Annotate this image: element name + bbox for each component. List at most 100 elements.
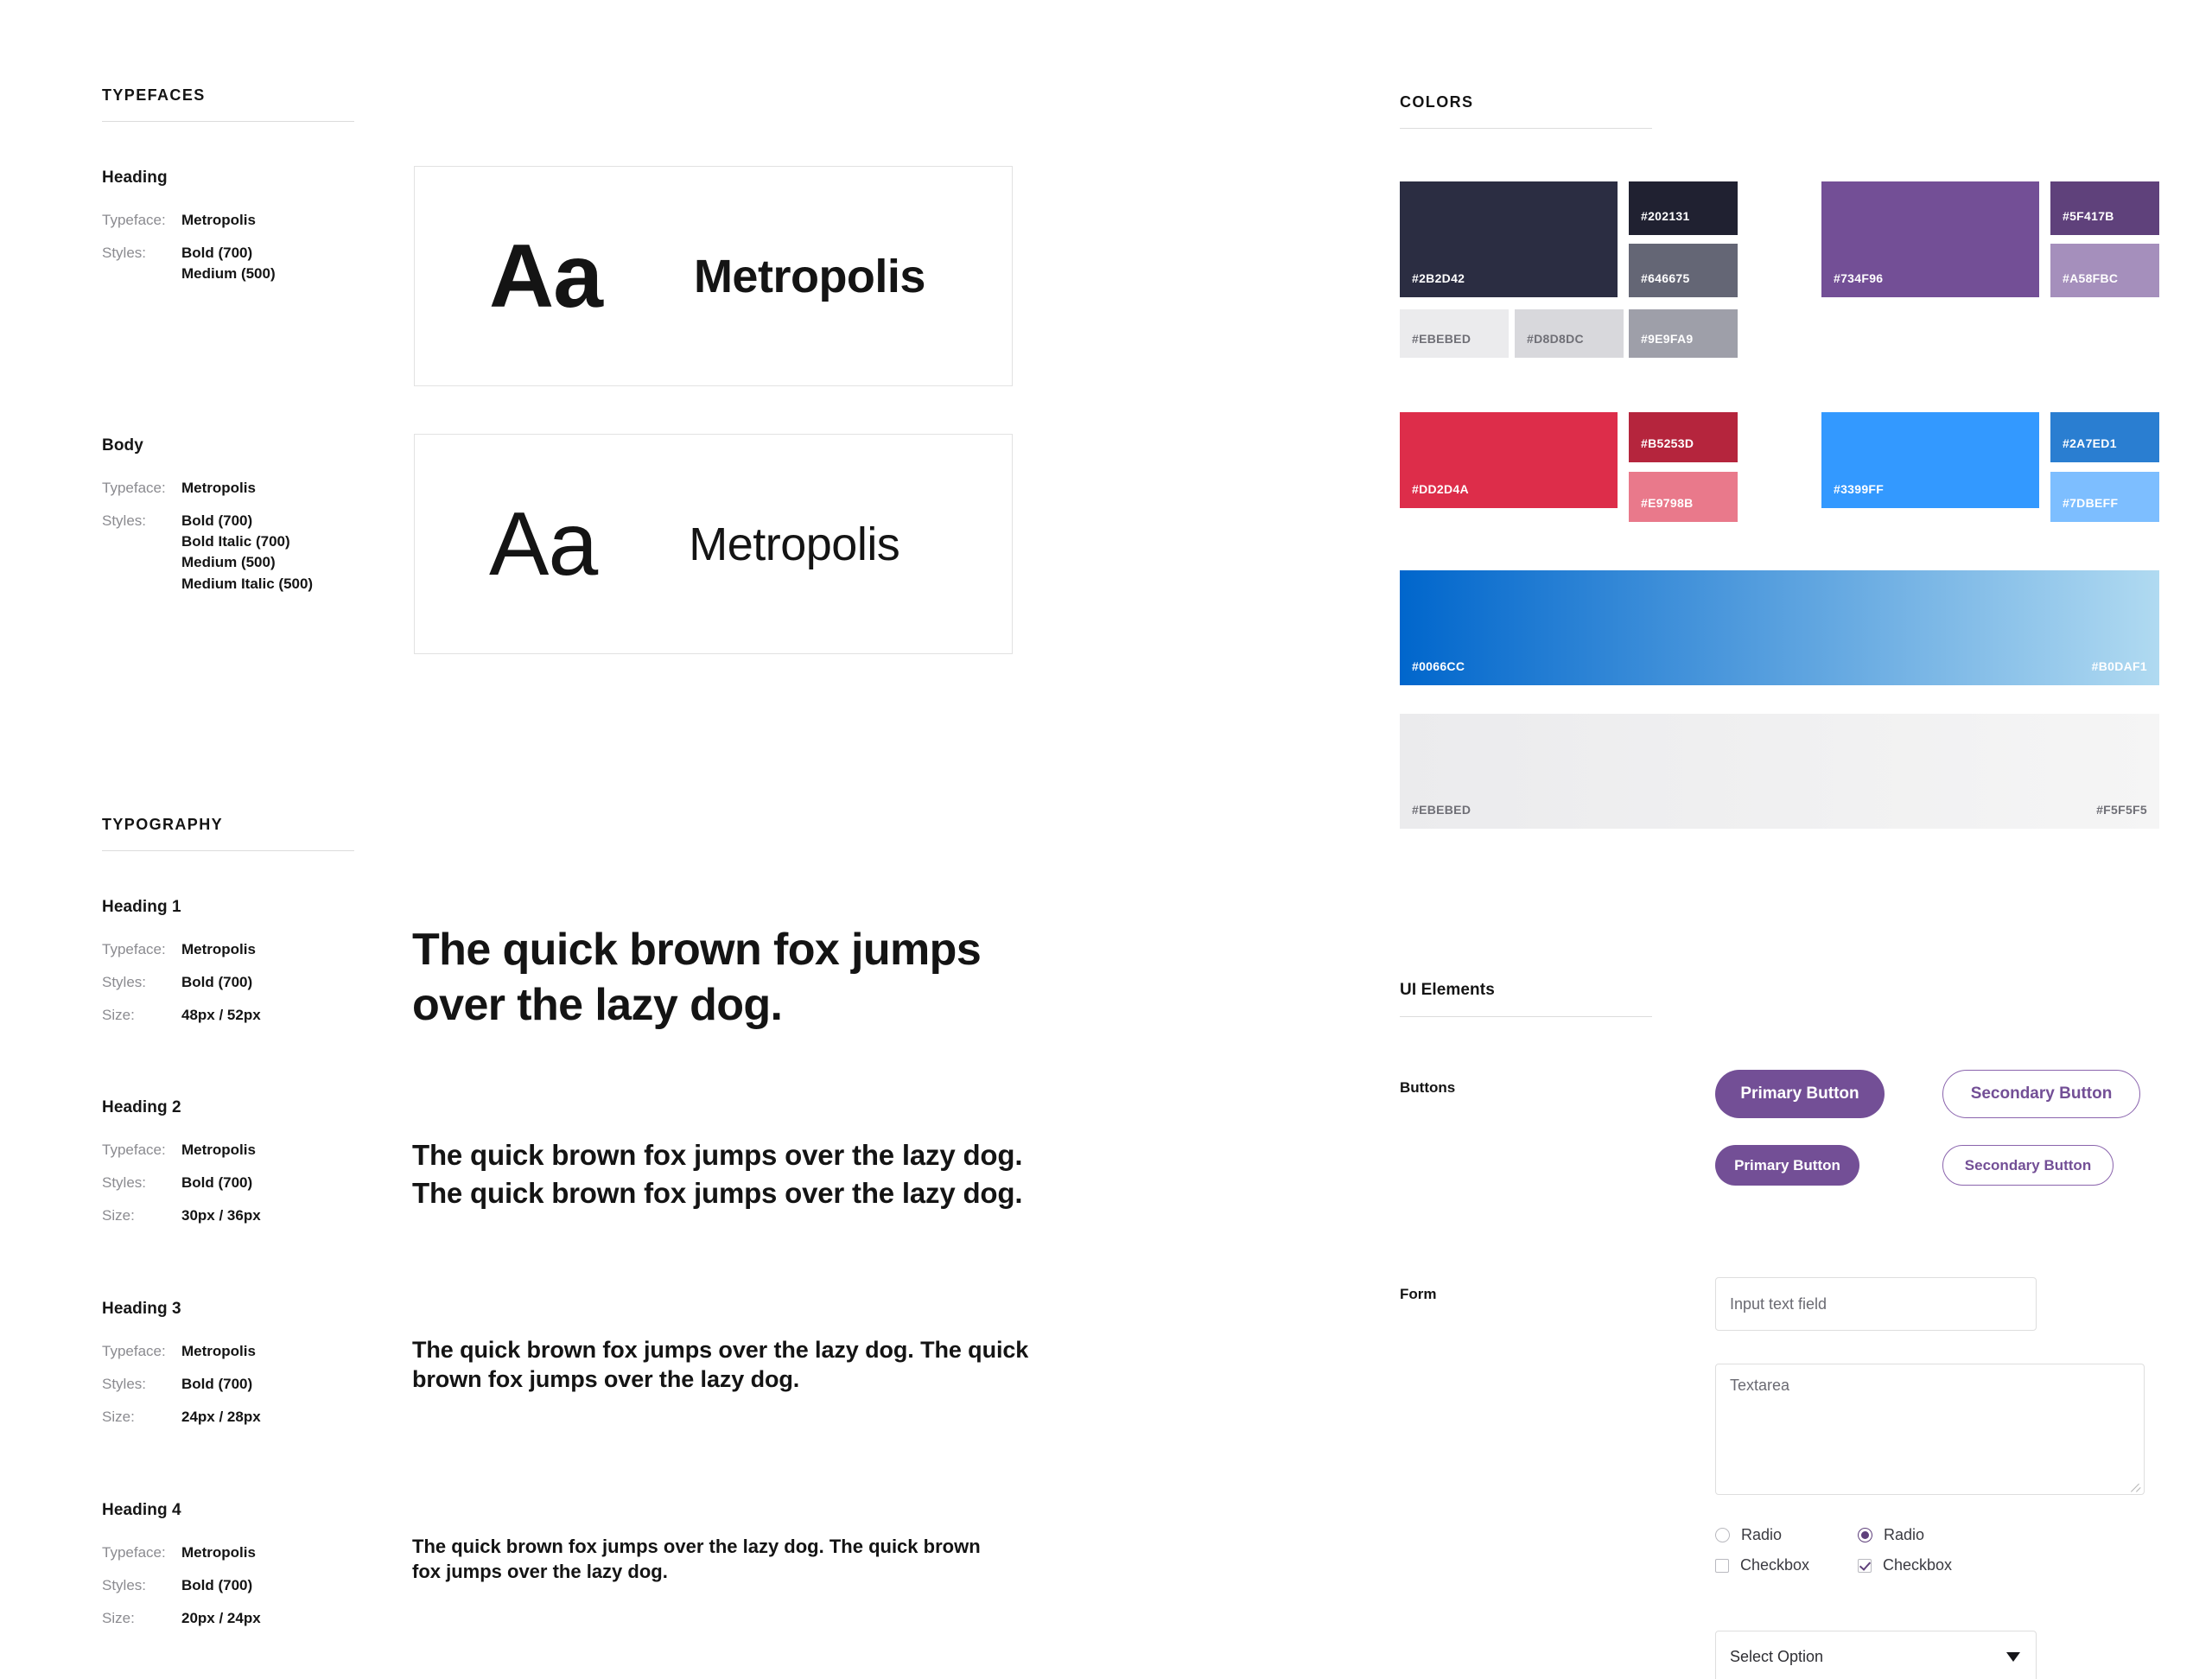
spec-key: Typeface: — [102, 480, 166, 496]
secondary-button-small[interactable]: Secondary Button — [1942, 1145, 2113, 1186]
color-swatch-small: #646675 — [1629, 244, 1738, 297]
spec-value: Metropolis — [181, 1542, 256, 1563]
spec-value-line: Metropolis — [181, 1343, 256, 1359]
spec-row: Typeface: Metropolis — [102, 478, 361, 499]
secondary-button-large[interactable]: Secondary Button — [1942, 1070, 2140, 1118]
spec-value: Metropolis — [181, 939, 256, 960]
spec-value: Metropolis — [181, 478, 256, 499]
spec-value-line: Bold (700) — [181, 1376, 253, 1393]
section-title-ui-elements: UI Elements — [1400, 981, 1495, 999]
spec-key: Size: — [102, 1610, 135, 1627]
color-hex-label: #7DBEFF — [2063, 496, 2119, 510]
spec-key: Typeface: — [102, 1544, 166, 1561]
checkbox-option-checked[interactable]: Checkbox — [1858, 1556, 1952, 1574]
checkbox-label: Checkbox — [1883, 1556, 1953, 1574]
spec-title: Heading — [102, 169, 168, 187]
spec-row: Typeface: Metropolis — [102, 1341, 361, 1362]
spec-value-line: Medium Italic (500) — [181, 575, 314, 592]
spec-row: Styles: Bold (700) Bold Italic (700) Med… — [102, 511, 361, 595]
spec-key: Typeface: — [102, 941, 166, 957]
checkbox-option-unchecked[interactable]: Checkbox — [1715, 1556, 1809, 1574]
style-guide-page: TYPEFACES Heading Typeface: Metropolis S… — [0, 0, 2212, 1679]
spec-row: Styles: Bold (700) — [102, 972, 361, 993]
section-header-colors: COLORS — [1400, 93, 1652, 129]
select-value: Select Option — [1730, 1647, 1824, 1665]
spec-row: Styles: Bold (700) Medium (500) — [102, 243, 361, 284]
spec-key: Styles: — [102, 1577, 147, 1594]
spec-value: 20px / 24px — [181, 1608, 261, 1629]
spec-value-line: Bold (700) — [181, 512, 253, 530]
spec-value: Bold (700) — [181, 1374, 252, 1395]
spec-value-line: Bold (700) — [181, 974, 253, 991]
spec-key: Size: — [102, 1007, 135, 1024]
typeface-spec-heading: Heading Typeface: Metropolis Styles: Bol… — [102, 169, 361, 296]
color-gradient-blue: #0066CC #B0DAF1 — [1400, 570, 2159, 685]
spec-value-line: Bold (700) — [181, 1577, 253, 1594]
color-swatch-grey: #D8D8DC — [1515, 309, 1624, 358]
spec-row: Size: 30px / 36px — [102, 1205, 361, 1226]
section-header-ui-elements: UI Elements — [1400, 981, 1652, 1017]
color-hex-label: #202131 — [1641, 209, 1690, 223]
spec-value-line: Medium (500) — [181, 265, 276, 283]
color-hex-label: #DD2D4A — [1412, 482, 1469, 496]
radio-icon-checked — [1858, 1528, 1872, 1542]
color-swatch-large: #734F96 — [1821, 181, 2039, 297]
spec-row: Typeface: Metropolis — [102, 210, 361, 231]
spec-value-line: Metropolis — [181, 941, 256, 957]
color-hex-label-to: #B0DAF1 — [2091, 659, 2147, 673]
color-hex-label: #2A7ED1 — [2063, 436, 2117, 450]
section-title-typography: TYPOGRAPHY — [102, 816, 224, 833]
primary-button-small[interactable]: Primary Button — [1715, 1145, 1859, 1186]
spec-key: Styles: — [102, 1174, 147, 1192]
checkbox-label: Checkbox — [1740, 1556, 1810, 1574]
select-option-dropdown[interactable]: Select Option — [1715, 1631, 2037, 1679]
spec-value: Bold (700) — [181, 1575, 252, 1596]
color-hex-label: #5F417B — [2063, 209, 2114, 223]
specimen-font-name: Metropolis — [689, 518, 900, 570]
spec-row: Typeface: Metropolis — [102, 939, 361, 960]
radio-option-selected[interactable]: Radio — [1858, 1526, 1924, 1544]
section-title-colors: COLORS — [1400, 93, 1474, 111]
spec-value-line: Metropolis — [181, 1544, 256, 1561]
color-hex-label-to: #F5F5F5 — [2096, 803, 2147, 817]
color-hex-label: #A58FBC — [2063, 271, 2119, 285]
typeface-specimen-body: Aa Metropolis — [414, 434, 1013, 654]
spec-value-line: Bold (700) — [181, 245, 253, 262]
checkbox-icon — [1715, 1558, 1729, 1573]
typography-sample-h1: The quick brown fox jumps over the lazy … — [412, 925, 982, 1030]
color-swatch-small: #202131 — [1629, 181, 1738, 235]
section-divider — [102, 850, 354, 851]
color-hex-label: #3399FF — [1834, 482, 1885, 496]
spec-value-line: Bold Italic (700) — [181, 533, 290, 550]
typeface-spec-body: Body Typeface: Metropolis Styles: Bold (… — [102, 436, 361, 607]
color-swatch-small: #7DBEFF — [2050, 472, 2159, 522]
spec-title: Heading 3 — [102, 1300, 181, 1318]
section-header-typefaces: TYPEFACES — [102, 86, 354, 122]
spec-value-line: Metropolis — [181, 480, 256, 496]
color-swatch-large: #2B2D42 — [1400, 181, 1618, 297]
radio-option-unselected[interactable]: Radio — [1715, 1526, 1782, 1544]
specimen-font-name: Metropolis — [693, 250, 926, 302]
section-divider — [102, 121, 354, 122]
color-hex-label: #2B2D42 — [1412, 271, 1465, 285]
spec-value: Bold (700) Bold Italic (700) Medium (500… — [181, 511, 313, 595]
spec-row: Size: 24px / 28px — [102, 1407, 361, 1428]
spec-value: 30px / 36px — [181, 1205, 261, 1226]
typography-sample-h4: The quick brown fox jumps over the lazy … — [412, 1536, 981, 1582]
typography-spec-h2: Heading 2 Typeface: Metropolis Styles: B… — [102, 1098, 361, 1238]
color-hex-label: #E9798B — [1641, 496, 1694, 510]
color-swatch-small: #5F417B — [2050, 181, 2159, 235]
typography-spec-h4: Heading 4 Typeface: Metropolis Styles: B… — [102, 1501, 361, 1641]
textarea-placeholder: Textarea — [1730, 1377, 1790, 1394]
spec-key: Typeface: — [102, 212, 166, 228]
spec-value: Bold (700) — [181, 1173, 252, 1193]
specimen-aa-glyph: Aa — [489, 226, 603, 327]
spec-row: Size: 48px / 52px — [102, 1005, 361, 1026]
primary-button-large[interactable]: Primary Button — [1715, 1070, 1885, 1118]
spec-value: 48px / 52px — [181, 1005, 261, 1026]
input-text-field[interactable]: Input text field — [1715, 1277, 2037, 1331]
radio-icon — [1715, 1528, 1730, 1542]
spec-value-line: 20px / 24px — [181, 1610, 261, 1627]
color-hex-label-from: #EBEBED — [1412, 803, 1471, 817]
textarea-field[interactable]: Textarea — [1715, 1364, 2145, 1495]
